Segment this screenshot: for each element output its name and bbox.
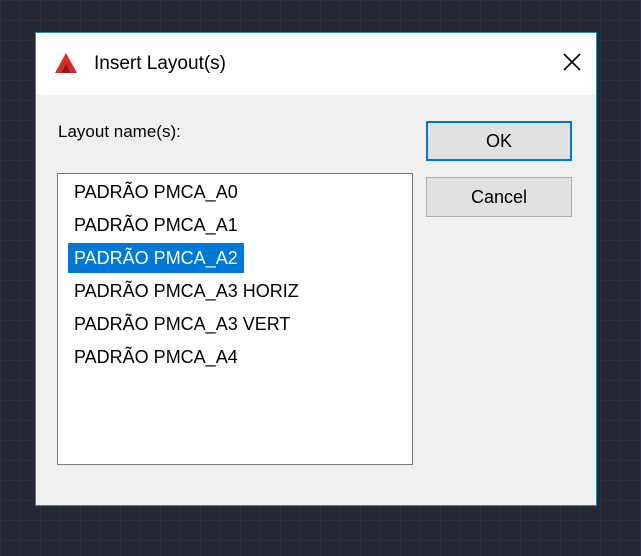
list-item-layout-a1[interactable]: PADRÃO PMCA_A1 bbox=[68, 210, 244, 240]
dialog-title: Insert Layout(s) bbox=[94, 53, 226, 74]
list-item-layout-a3-horiz[interactable]: PADRÃO PMCA_A3 HORIZ bbox=[68, 276, 305, 306]
dialog-titlebar[interactable]: Insert Layout(s) bbox=[36, 33, 596, 95]
close-icon bbox=[563, 53, 581, 71]
list-item-layout-a4[interactable]: PADRÃO PMCA_A4 bbox=[68, 342, 244, 372]
close-button[interactable] bbox=[554, 45, 590, 79]
ok-button[interactable]: OK bbox=[426, 121, 572, 161]
list-item-layout-a0[interactable]: PADRÃO PMCA_A0 bbox=[68, 177, 244, 207]
layout-names-listbox[interactable]: PADRÃO PMCA_A0 PADRÃO PMCA_A1 PADRÃO PMC… bbox=[57, 173, 413, 465]
cancel-button[interactable]: Cancel bbox=[426, 177, 572, 217]
list-item-layout-a3-vert[interactable]: PADRÃO PMCA_A3 VERT bbox=[68, 309, 296, 339]
insert-layout-dialog: Insert Layout(s) Layout name(s): PADRÃO … bbox=[35, 32, 597, 506]
layout-names-label: Layout name(s): bbox=[58, 122, 181, 141]
autocad-app-icon bbox=[55, 53, 77, 73]
list-item-layout-a2[interactable]: PADRÃO PMCA_A2 bbox=[68, 243, 244, 273]
